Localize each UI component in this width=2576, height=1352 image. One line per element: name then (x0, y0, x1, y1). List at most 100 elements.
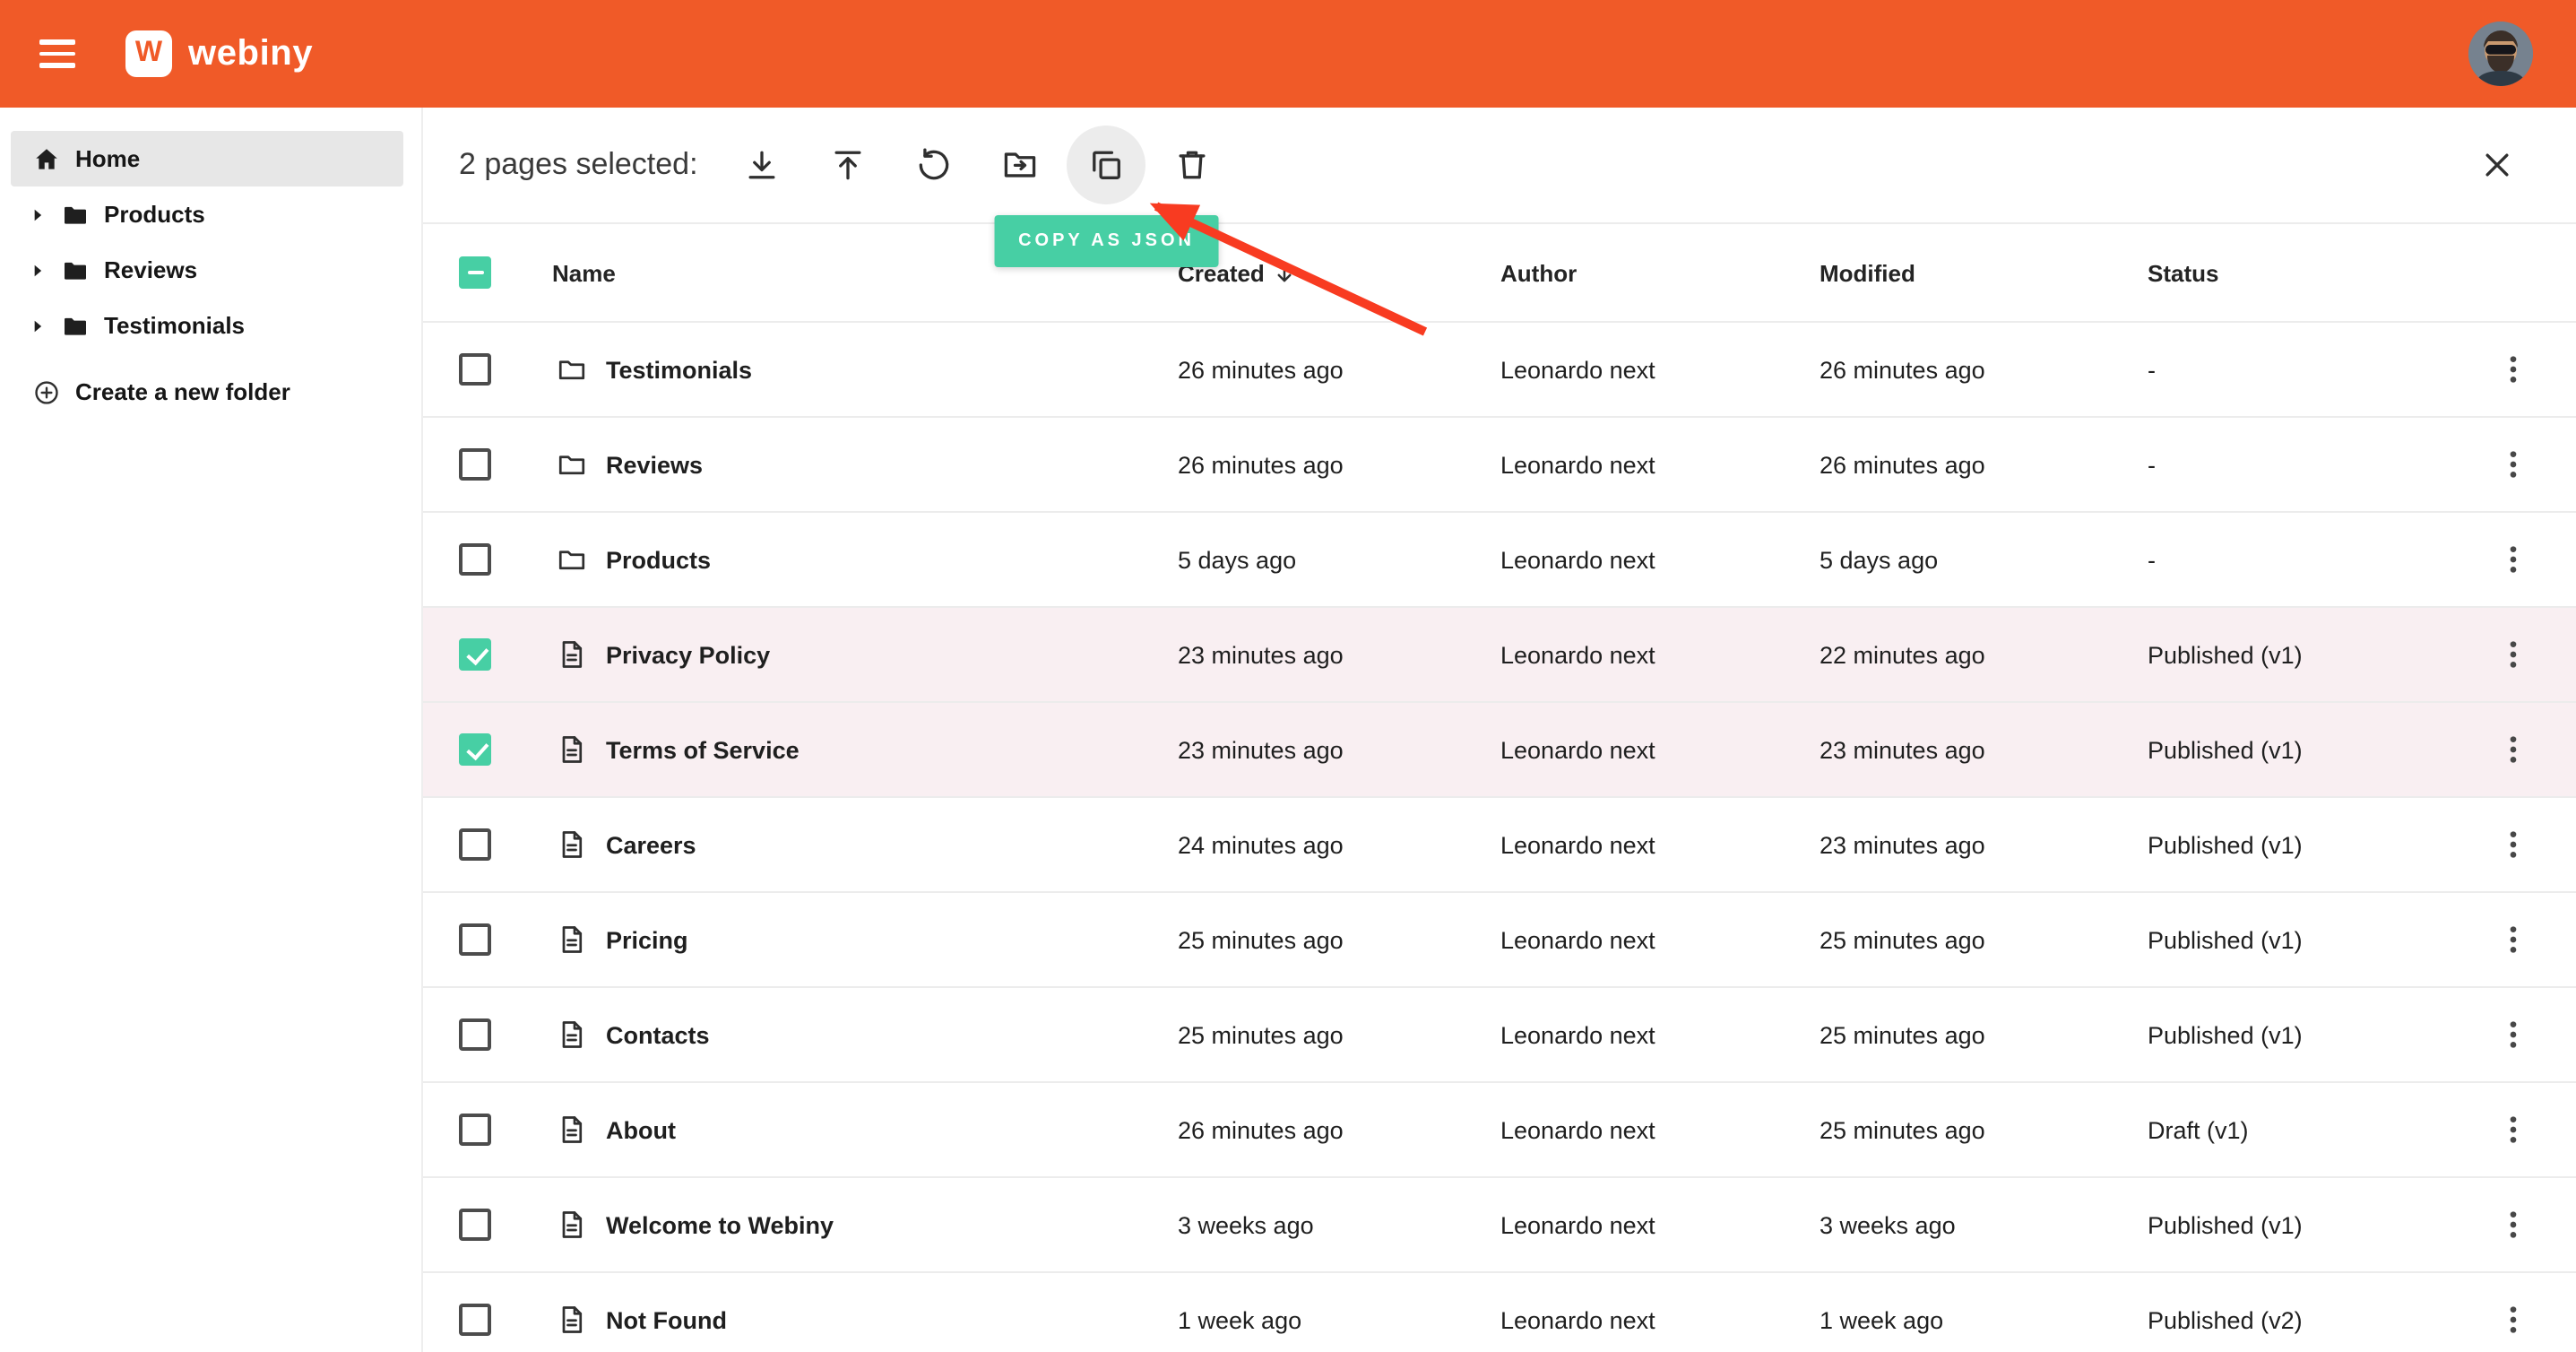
kebab-menu-button[interactable] (2486, 438, 2540, 491)
row-actions-cell (2486, 723, 2540, 776)
kebab-menu-button[interactable] (2486, 1008, 2540, 1062)
row-name-cell: Privacy Policy (527, 638, 1178, 671)
topbar: W webiny (0, 0, 2576, 108)
chevron-right-icon[interactable] (29, 205, 47, 223)
content: 2 pages selected: (423, 108, 2576, 1352)
row-checkbox[interactable] (459, 828, 491, 861)
row-author: Leonardo next (1500, 641, 1820, 668)
column-header-modified[interactable]: Modified (1820, 259, 2148, 286)
row-name[interactable]: Contacts (606, 1021, 710, 1048)
table-row[interactable]: Careers 24 minutes ago Leonardo next 23 … (423, 798, 2576, 893)
row-checkbox[interactable] (459, 733, 491, 766)
row-actions-cell (2486, 342, 2540, 396)
row-modified: 25 minutes ago (1820, 1021, 2148, 1048)
copy-button[interactable] (1068, 126, 1146, 204)
row-name[interactable]: Terms of Service (606, 736, 800, 763)
row-author: Leonardo next (1500, 356, 1820, 383)
kebab-icon (2495, 732, 2531, 767)
row-created: 23 minutes ago (1178, 736, 1500, 763)
select-all-checkbox[interactable] (459, 256, 491, 289)
kebab-menu-button[interactable] (2486, 628, 2540, 681)
table-row[interactable]: Terms of Service 23 minutes ago Leonardo… (423, 703, 2576, 798)
copy-icon (1087, 145, 1127, 185)
table-row[interactable]: Products 5 days ago Leonardo next 5 days… (423, 513, 2576, 608)
kebab-icon (2495, 1017, 2531, 1053)
table-row[interactable]: Contacts 25 minutes ago Leonardo next 25… (423, 988, 2576, 1083)
kebab-menu-button[interactable] (2486, 818, 2540, 871)
copy-button-wrap: COPY AS JSON (1068, 126, 1146, 204)
row-name[interactable]: Reviews (606, 451, 703, 478)
row-created: 23 minutes ago (1178, 641, 1500, 668)
folder-icon (556, 353, 588, 386)
kebab-menu-button[interactable] (2486, 723, 2540, 776)
table-row[interactable]: Welcome to Webiny 3 weeks ago Leonardo n… (423, 1178, 2576, 1273)
row-modified: 3 weeks ago (1820, 1211, 2148, 1238)
menu-button[interactable] (22, 18, 93, 90)
chevron-right-icon[interactable] (29, 261, 47, 279)
row-name[interactable]: Not Found (606, 1306, 727, 1333)
avatar[interactable] (2468, 22, 2533, 86)
column-header-created[interactable]: Created (1178, 259, 1500, 286)
row-actions-cell (2486, 533, 2540, 586)
row-author: Leonardo next (1500, 831, 1820, 858)
chevron-right-icon[interactable] (29, 316, 47, 334)
column-header-status[interactable]: Status (2148, 259, 2468, 286)
row-modified: 23 minutes ago (1820, 736, 2148, 763)
row-checkbox[interactable] (459, 638, 491, 671)
move-to-folder-button[interactable] (981, 126, 1060, 204)
kebab-menu-button[interactable] (2486, 533, 2540, 586)
row-checkbox[interactable] (459, 1304, 491, 1336)
row-checkbox[interactable] (459, 1209, 491, 1241)
restore-button[interactable] (895, 126, 974, 204)
app: W webiny Home (0, 0, 2576, 1352)
row-status: Published (v1) (2148, 1211, 2468, 1238)
row-checkbox[interactable] (459, 353, 491, 386)
kebab-icon (2495, 637, 2531, 672)
table-header: Name Created Author Modified Status (423, 224, 2576, 323)
row-author: Leonardo next (1500, 546, 1820, 573)
page-icon (556, 1304, 588, 1336)
table-row[interactable]: Testimonials 26 minutes ago Leonardo nex… (423, 323, 2576, 418)
row-actions-cell (2486, 628, 2540, 681)
row-checkbox[interactable] (459, 543, 491, 576)
kebab-menu-button[interactable] (2486, 1293, 2540, 1347)
table-row[interactable]: Not Found 1 week ago Leonardo next 1 wee… (423, 1273, 2576, 1352)
row-created: 25 minutes ago (1178, 926, 1500, 953)
kebab-menu-button[interactable] (2486, 913, 2540, 966)
publish-button[interactable] (809, 126, 888, 204)
sidebar-item-products[interactable]: Products (11, 186, 403, 242)
delete-button[interactable] (1154, 126, 1232, 204)
table-row[interactable]: Reviews 26 minutes ago Leonardo next 26 … (423, 418, 2576, 513)
create-folder-button[interactable]: Create a new folder (11, 364, 403, 420)
table-row[interactable]: Privacy Policy 23 minutes ago Leonardo n… (423, 608, 2576, 703)
row-checkbox[interactable] (459, 1114, 491, 1146)
row-name[interactable]: Privacy Policy (606, 641, 770, 668)
table-body: Testimonials 26 minutes ago Leonardo nex… (423, 323, 2576, 1352)
kebab-menu-button[interactable] (2486, 1103, 2540, 1157)
kebab-menu-button[interactable] (2486, 1198, 2540, 1252)
main: Home Products (0, 108, 2576, 1352)
column-header-author[interactable]: Author (1500, 259, 1820, 286)
row-name-cell: Products (527, 543, 1178, 576)
row-checkbox[interactable] (459, 1018, 491, 1051)
table-row[interactable]: Pricing 25 minutes ago Leonardo next 25 … (423, 893, 2576, 988)
row-name[interactable]: About (606, 1116, 676, 1143)
row-name[interactable]: Careers (606, 831, 696, 858)
row-name[interactable]: Welcome to Webiny (606, 1211, 834, 1238)
folder-icon (61, 200, 90, 229)
close-button[interactable] (2461, 129, 2533, 201)
row-name[interactable]: Products (606, 546, 711, 573)
sidebar-item-testimonials[interactable]: Testimonials (11, 298, 403, 353)
sidebar-item-reviews[interactable]: Reviews (11, 242, 403, 298)
row-checkbox[interactable] (459, 923, 491, 956)
download-button[interactable] (723, 126, 802, 204)
row-actions-cell (2486, 818, 2540, 871)
kebab-menu-button[interactable] (2486, 342, 2540, 396)
sidebar-item-home[interactable]: Home (11, 131, 403, 186)
row-status: Published (v1) (2148, 641, 2468, 668)
row-name[interactable]: Pricing (606, 926, 688, 953)
page-icon (556, 733, 588, 766)
row-checkbox[interactable] (459, 448, 491, 481)
table-row[interactable]: About 26 minutes ago Leonardo next 25 mi… (423, 1083, 2576, 1178)
row-name[interactable]: Testimonials (606, 356, 752, 383)
